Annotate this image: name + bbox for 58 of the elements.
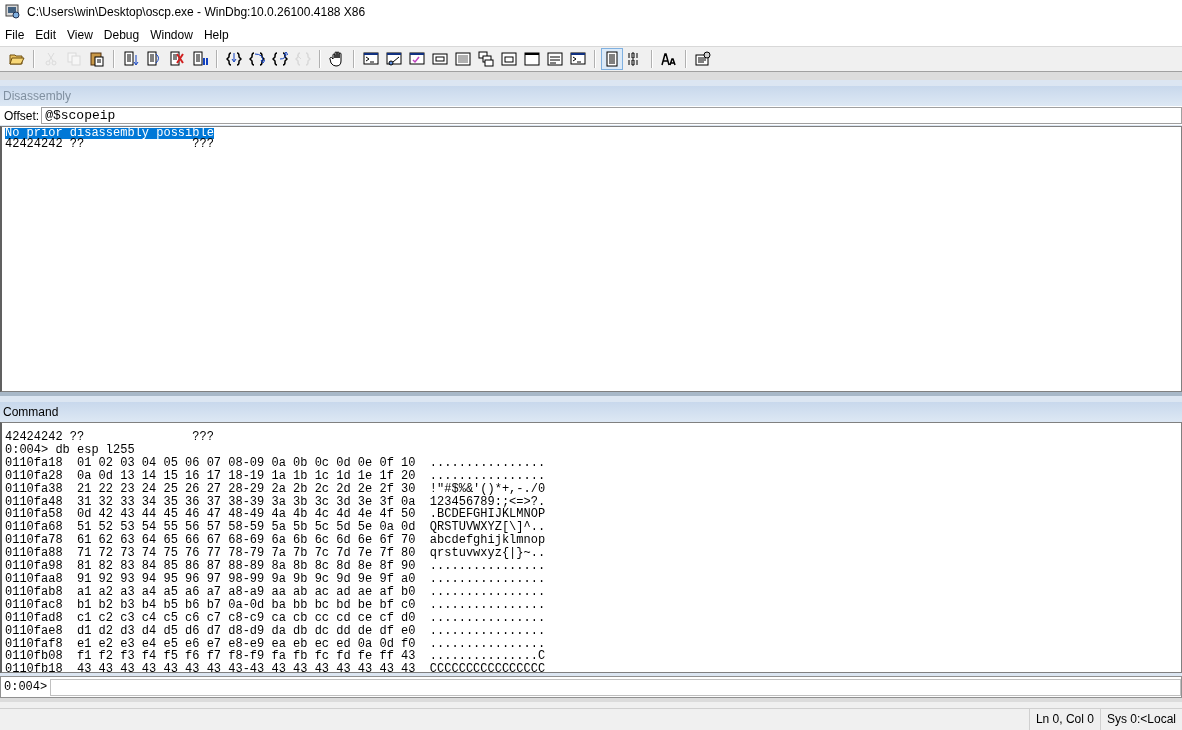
- menu-item[interactable]: Debug: [99, 28, 147, 42]
- command-output-line: 0110fb18 43 43 43 43 43 43 43 43-43 43 43 43 43 43 43 43 CCCCCCCCCCCCCCCC: [5, 663, 546, 672]
- paste-icon: [89, 51, 105, 67]
- document-icon: [604, 51, 620, 67]
- menu-item[interactable]: View: [63, 28, 100, 42]
- prompt-window-icon: [363, 51, 379, 67]
- toolbar-button[interactable]: [475, 48, 497, 70]
- document-cross-icon: [169, 51, 185, 67]
- command-prompt: 0:004>: [4, 680, 48, 694]
- command-output-line: 0110fb08 f1 f2 f3 f4 f5 f6 f7 f8-f9 fa fb fc fd fe ff 43 ...............C: [5, 650, 546, 664]
- command-output-line: 0110fa98 81 82 83 84 85 86 87 88-89 8a 8b 8c 8d 8e 8f 90 ................: [5, 560, 546, 573]
- disassembly-line: 42424242 ?? ???: [5, 139, 214, 150]
- command-output-line: 0110fa78 61 62 63 64 65 66 67 68-69 6a 6b 6c 6d 6e 6f 70 abcdefghijklmnop: [5, 534, 546, 548]
- command-output-line: 0110fa18 01 02 03 04 05 06 07 08-09 0a 0b 0c 0d 0e 0f 10 ................: [5, 456, 546, 470]
- list-window-icon: [547, 51, 563, 67]
- command-output-line: 0110fa58 0d 42 43 44 45 46 47 48-49 4a 4b 4c 4d 4e 4f 50 .BCDEFGHIJKLMNOP: [5, 508, 546, 522]
- window-icon: [432, 51, 448, 67]
- window-icon: [524, 51, 540, 67]
- brace-arrow-icon: [249, 51, 265, 67]
- options-icon: [695, 51, 711, 67]
- brace-arrow-icon: [226, 51, 242, 67]
- status-text: Sys 0:<Local: [1099, 709, 1182, 730]
- folder-icon: [9, 51, 25, 67]
- command-output-line: 0110fa48 31 32 33 34 35 36 37 38-39 3a 3b 3c 3d 3e 3f 0a 123456789:;<=>?.: [5, 495, 546, 509]
- command-output-line: 0110faf8 e1 e2 e3 e4 e5 e6 e7 e8-e9 ea eb ec ed 0a 0d f0 ................: [5, 637, 546, 651]
- window-icon: [386, 51, 402, 67]
- command-output-line: 0110fab8 a1 a2 a3 a4 a5 a6 a7 a8-a9 aa ab ac ad ae af b0 ................: [5, 585, 546, 599]
- command-input[interactable]: [50, 678, 1181, 696]
- pane-title: Disassembly: [0, 86, 1182, 106]
- command-output-line: 42424242 ?? ???: [5, 431, 214, 444]
- hand-icon: [329, 51, 345, 67]
- document-arrow-icon: [123, 51, 139, 67]
- command-output-line: 0110fa88 71 72 73 74 75 76 77 78-79 7a 7b 7c 7d 7e 7f 80 qrstuvwxyz{|}~..: [5, 547, 546, 561]
- command-output-line: 0110fae8 d1 d2 d3 d4 d5 d6 d7 d8-d9 da db dc dd de df e0 ................: [5, 624, 546, 638]
- window-title: C:\Users\win\Desktop\oscp.exe - WinDbg:10.0.26100.4188 X86: [27, 5, 366, 19]
- offset-field[interactable]: @$scopeip: [41, 107, 1182, 124]
- command-output-line: 0110fa68 51 52 53 54 55 56 57 58-59 5a 5b 5c 5d 5e 0a 0d QRSTUVWXYZ[\]^..: [5, 521, 546, 535]
- brace-arrow-icon: [272, 51, 288, 67]
- menu-item[interactable]: Window: [146, 28, 200, 42]
- command-output-line: 0110fac8 b1 b2 b3 b4 b5 b6 b7 0a-0d ba bb bc bd be bf c0 ................: [5, 598, 546, 612]
- menu-item[interactable]: Help: [199, 28, 236, 42]
- command-output-line: 0110fad8 c1 c2 c3 c4 c5 c6 c7 c8-c9 ca cb cc cd ce cf d0 ................: [5, 611, 546, 625]
- font-size-icon: [661, 51, 677, 67]
- command-output-line: 0110faa8 91 92 93 94 95 96 97 98-99 9a 9b 9c 9d 9e 9f a0 ................: [5, 572, 546, 586]
- command-output-line: 0110fa38 21 22 23 24 25 26 27 28-29 2a 2b 2c 2d 2e 2f 30 !"#$%&'()*+,-./0: [5, 482, 546, 496]
- document-loop-icon: [146, 51, 162, 67]
- menu-item[interactable]: File: [1, 28, 32, 42]
- command-output-line: 0110fa28 0a 0d 13 14 15 16 17 18-19 1a 1b 1c 1d 1e 1f 20 ................: [5, 469, 546, 483]
- stacked-windows-icon: [478, 51, 494, 67]
- app-icon: [5, 4, 21, 20]
- status-text: Ln 0, Col 0: [1028, 709, 1100, 730]
- window-check-icon: [409, 51, 425, 67]
- command-output-line: 0:004> db esp l255: [5, 443, 135, 457]
- menu-item[interactable]: Edit: [31, 28, 64, 42]
- prompt-window-icon: [570, 51, 586, 67]
- offset-label: Offset:: [4, 108, 40, 123]
- window-icon: [501, 51, 517, 67]
- document-pause-icon: [192, 51, 208, 67]
